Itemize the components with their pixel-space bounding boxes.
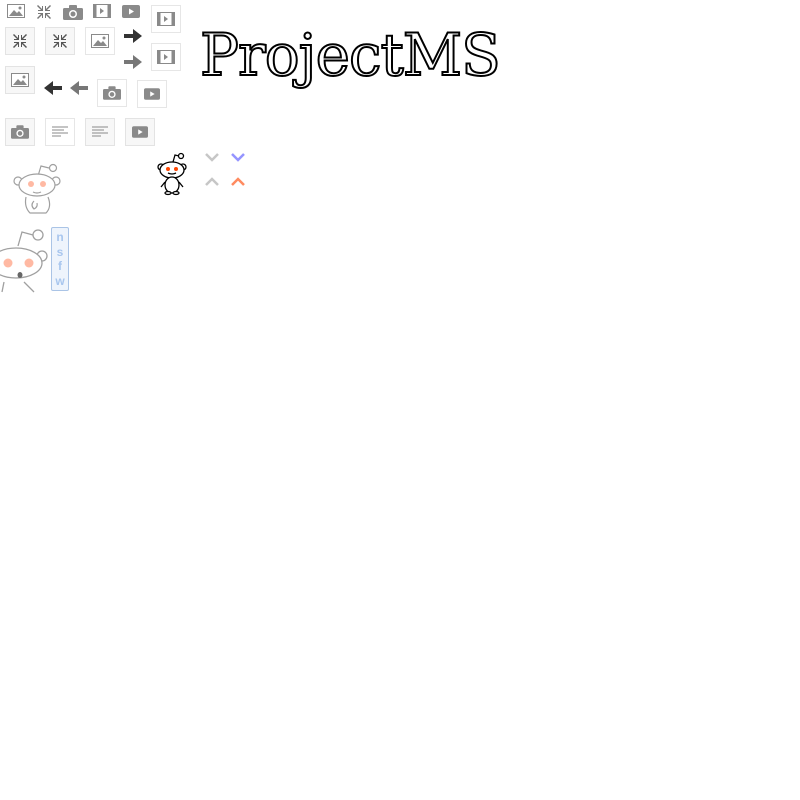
arrow-left-icon[interactable] <box>43 79 63 97</box>
downvote-arrow-icon[interactable] <box>203 150 221 164</box>
text-post-icon[interactable] <box>85 118 115 146</box>
collapse-icon[interactable] <box>35 3 53 21</box>
reddit-alien-surprised-icon <box>0 226 50 294</box>
image-icon[interactable] <box>6 3 26 19</box>
nsfw-letter: s <box>56 244 64 259</box>
nsfw-letter: n <box>56 229 64 244</box>
play-icon[interactable] <box>125 118 155 146</box>
reddit-alien-thinking-icon <box>12 163 62 215</box>
site-logo-text[interactable]: ProjectMS <box>199 20 502 90</box>
collapse-icon[interactable] <box>45 27 75 55</box>
reddit-alien-small-icon[interactable] <box>155 152 189 196</box>
image-icon[interactable] <box>85 27 115 55</box>
nsfw-letter: f <box>58 259 62 274</box>
film-icon[interactable] <box>151 43 181 71</box>
film-icon[interactable] <box>151 5 181 33</box>
image-icon[interactable] <box>5 66 35 94</box>
camera-icon[interactable] <box>62 3 84 21</box>
downvote-arrow-active-icon[interactable] <box>229 150 247 164</box>
camera-icon[interactable] <box>97 79 127 107</box>
upvote-arrow-active-icon[interactable] <box>229 175 247 189</box>
play-icon[interactable] <box>121 3 141 19</box>
camera-icon[interactable] <box>5 118 35 146</box>
arrow-right-icon[interactable] <box>123 27 143 45</box>
collapse-icon[interactable] <box>5 27 35 55</box>
upvote-arrow-icon[interactable] <box>203 175 221 189</box>
play-icon[interactable] <box>137 80 167 108</box>
arrow-right-icon[interactable] <box>123 53 143 71</box>
nsfw-letter: w <box>55 274 65 289</box>
nsfw-badge: n s f w <box>51 227 69 291</box>
text-post-icon[interactable] <box>45 118 75 146</box>
arrow-left-icon[interactable] <box>69 79 89 97</box>
film-icon[interactable] <box>92 3 112 19</box>
